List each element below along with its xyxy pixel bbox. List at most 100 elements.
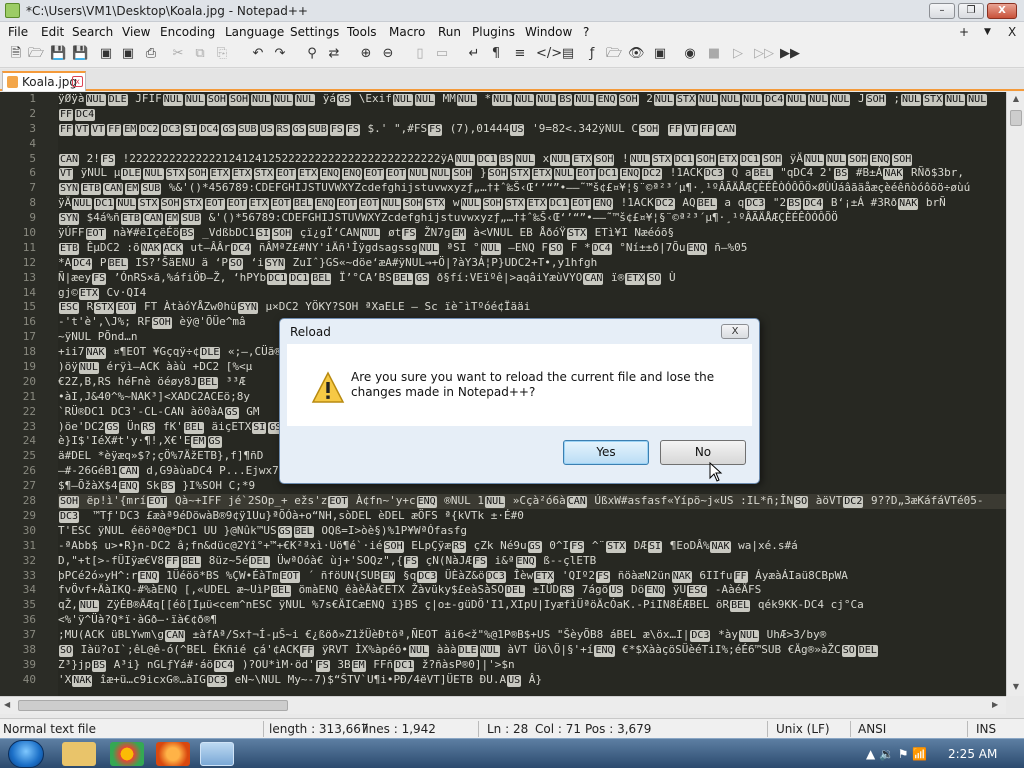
code-line[interactable]: ESC R STX EOT FT ÀtàóYÅZw0hü SYN µ×DC2 YÖKY…: [58, 300, 1006, 315]
code-line[interactable]: qŽ, NUL ZÿÉB®ÄÆq[[éö[Iµü<cem^nESC ÿNUL %7…: [58, 598, 1006, 613]
paste-icon[interactable]: ⎘: [214, 46, 230, 62]
chrome-taskbar-icon[interactable]: [110, 742, 144, 766]
function-list-icon[interactable]: ƒ: [584, 46, 600, 62]
vertical-scroll-thumb[interactable]: [1010, 110, 1022, 126]
macro-panel-icon[interactable]: ▣: [652, 46, 668, 62]
code-line[interactable]: ÿÄ NUL DC1 NUL STX SOH STX EOT EOT ETX EOT BEL ENQ EO…: [58, 196, 1006, 211]
udl-icon[interactable]: </>: [536, 46, 562, 62]
new-tab-icon[interactable]: +: [959, 25, 969, 39]
code-line[interactable]: ETB ÊµDC2 :õ NAK ACK ut–ÂÂr DC4 ñÂMªZ£#NY'i…: [58, 241, 1006, 256]
dialog-close-button[interactable]: X: [721, 324, 749, 339]
minimize-button[interactable]: –: [929, 3, 955, 19]
zoom-out-icon[interactable]: ⊖: [380, 46, 396, 62]
record-macro-icon[interactable]: ◉: [682, 46, 698, 62]
maximize-button[interactable]: ❐: [958, 3, 984, 19]
menu-search[interactable]: Search: [72, 25, 113, 39]
find-icon[interactable]: ⚲: [304, 46, 320, 62]
menu-run[interactable]: Run: [438, 25, 461, 39]
code-line[interactable]: FF DC4: [58, 107, 1006, 122]
save-all-icon[interactable]: 💾: [72, 46, 88, 62]
current-code-line[interactable]: SOH ëp!ì'{mrí EOT Qà~+IFF jé`2SOp_+ ežs'z…: [58, 494, 1006, 509]
undo-icon[interactable]: ↶: [250, 46, 266, 62]
code-line[interactable]: CAN 2! FS !222222222222221241241252222222…: [58, 152, 1006, 167]
code-line[interactable]: FF VT VT FF EM DC2 DC3 SI DC4 GS SUB US RS GS SUB FS FS …: [58, 122, 1006, 137]
code-line[interactable]: D,"+t[>-fÜIÿæ€V8 FF BEL 8üz~5é DEL ÜwªOóà€ …: [58, 554, 1006, 569]
indent-guide-icon[interactable]: ≡: [512, 46, 528, 62]
code-line[interactable]: 'X NAK îæ+ü…c9icxG®…àIG DC3 eN~\NUL My~-7)…: [58, 673, 1006, 688]
code-line[interactable]: -ªAbb$ u>•R}n-DC2 â;fn&düc@2Yî°+™+€K²ªxì…: [58, 539, 1006, 554]
new-file-icon[interactable]: 🗎: [8, 46, 24, 62]
menu-macro[interactable]: Macro: [389, 25, 425, 39]
yes-button[interactable]: Yes: [563, 440, 649, 465]
stop-record-icon[interactable]: ■: [706, 46, 722, 62]
tab-list-icon[interactable]: ▼: [984, 27, 991, 37]
code-line[interactable]: SYN $4á%ñ ETB CAN EM SUB &'()*56789:CDEFGHIJ…: [58, 211, 1006, 226]
scroll-left-icon[interactable]: ◀: [4, 700, 10, 709]
code-line[interactable]: SYN ETB CAN EM SUB %&'()*456789:CDEFGHIJSTUV…: [58, 181, 1006, 196]
code-line[interactable]: ;MU(ACK üBLYwm\g CAN ±àfAª/Sx†¬Í-µŠ~i €¿ß…: [58, 628, 1006, 643]
print-icon[interactable]: ⎙: [143, 46, 159, 62]
menu-plugins[interactable]: Plugins: [472, 25, 515, 39]
scroll-up-icon[interactable]: ▲: [1010, 94, 1022, 103]
close-icon[interactable]: ▣: [98, 46, 114, 62]
code-line[interactable]: Z³}jp BS A³i} nGLƒYá#·áö DC4 )?OU*ìM·öd' FS…: [58, 658, 1006, 673]
show-all-chars-icon[interactable]: ¶: [488, 46, 504, 62]
close-all-icon[interactable]: ▣: [120, 46, 136, 62]
close-window-button[interactable]: X: [987, 3, 1017, 19]
horizontal-scrollbar[interactable]: ◀ ▶: [0, 696, 1006, 714]
code-line[interactable]: gj© ETX Cv·QI4: [58, 286, 1006, 301]
close-tab-icon[interactable]: X: [1008, 25, 1016, 39]
code-line[interactable]: Ñ|æey FS ’ÓnRS×ã,%áfiÖÐ–Ž, ‘hPYb DC1 DC1 BEL…: [58, 271, 1006, 286]
code-line[interactable]: *A DC4 P BEL IS?’ŠäENU ä ‘P SO ‘i SYN ZuIˆ}G…: [58, 256, 1006, 271]
copy-icon[interactable]: ⧉: [192, 46, 208, 62]
folder-workspace-icon[interactable]: 🗁: [606, 46, 622, 62]
taskbar-clock[interactable]: 2:25 AM: [948, 747, 997, 761]
sync-v-icon[interactable]: ▯: [412, 46, 428, 62]
code-line[interactable]: DC3 ™Tƒ'DC3 £æàª9éDöwàB®9¢ÿ1Uu}ªÕÓà+o“NH…: [58, 509, 1006, 524]
open-file-icon[interactable]: 🗁: [28, 46, 44, 62]
tab-close-icon[interactable]: x: [72, 76, 83, 87]
code-line[interactable]: ÿØÿà NUL DLE JFIF NUL NUL SOH SOH NUL NUL NUL ÿá G…: [58, 92, 1006, 107]
vertical-scrollbar[interactable]: ▲ ▼: [1006, 92, 1024, 696]
scroll-down-icon[interactable]: ▼: [1010, 682, 1022, 691]
menu-edit[interactable]: Edit: [41, 25, 64, 39]
title-bar[interactable]: *C:\Users\VM1\Desktop\Koala.jpg - Notepa…: [0, 0, 1024, 22]
code-line[interactable]: VT ÿNUL µ DLE NUL STX SOH ETX ETX STX EOT ETX ENQ E…: [58, 166, 1006, 181]
play-macro-icon[interactable]: ▷: [730, 46, 746, 62]
menu-encoding[interactable]: Encoding: [160, 25, 215, 39]
word-wrap-icon[interactable]: ↵: [466, 46, 482, 62]
menu-view[interactable]: View: [122, 25, 150, 39]
menu-file[interactable]: File: [8, 25, 28, 39]
code-line[interactable]: SO Iàü?oI`;êL@ê-ó(^BEL ÊKñié çá'¢ACK FF ÿ…: [58, 643, 1006, 658]
menu-tools[interactable]: Tools: [347, 25, 377, 39]
firefox-taskbar-icon[interactable]: [156, 742, 190, 766]
run-macro-multiple-icon[interactable]: ▷▷: [754, 46, 774, 62]
monitoring-icon[interactable]: 👁: [628, 46, 645, 62]
cut-icon[interactable]: ✂: [170, 46, 186, 62]
menu-language[interactable]: Language: [225, 25, 284, 39]
save-icon[interactable]: 💾: [50, 46, 66, 62]
start-button-icon[interactable]: [8, 740, 44, 768]
menu-settings[interactable]: Settings: [290, 25, 339, 39]
code-line[interactable]: T'ESC ÿNUL éëöª0@*DC1 UU }@Nûk™US GS BEL O…: [58, 524, 1006, 539]
zoom-in-icon[interactable]: ⊕: [358, 46, 374, 62]
code-line[interactable]: fvÖvf+ÄàIKQ-#%àENQ [,«UDEL æ~UìP BEL ömàE…: [58, 583, 1006, 598]
doc-map-icon[interactable]: ▤: [560, 46, 576, 62]
menu-help[interactable]: ?: [583, 25, 589, 39]
replace-icon[interactable]: ⇄: [326, 46, 342, 62]
sync-h-icon[interactable]: ▭: [434, 46, 450, 62]
menu-window[interactable]: Window: [525, 25, 572, 39]
horizontal-scroll-thumb[interactable]: [18, 700, 288, 711]
scroll-right-icon[interactable]: ▶: [992, 700, 998, 709]
save-macro-icon[interactable]: ▶▶: [780, 46, 800, 62]
code-line[interactable]: [58, 137, 1006, 152]
code-line[interactable]: ÿÚFF EOT nà¥#ëIçëÉö BS _VdßbDC1 SI SOH çï¿gÏ…: [58, 226, 1006, 241]
tab-koala-jpg[interactable]: Koala.jpg x: [2, 71, 86, 91]
notepadpp-taskbar-icon[interactable]: [200, 742, 234, 766]
code-line[interactable]: þPCé2ó»yH^:r ENQ 1Üéöö*BS %ÇW•ÉàTm EOT ´ ñ…: [58, 569, 1006, 584]
file-explorer-taskbar-icon[interactable]: [62, 742, 96, 766]
no-button[interactable]: No: [660, 440, 746, 465]
redo-icon[interactable]: ↷: [272, 46, 288, 62]
code-line[interactable]: <%'ÿ^Üà?Q*ï·àGð—·ïà€¢ð®¶: [58, 613, 1006, 628]
system-tray-icons[interactable]: ▲ 🔉 ⚑ 📶: [866, 747, 927, 761]
